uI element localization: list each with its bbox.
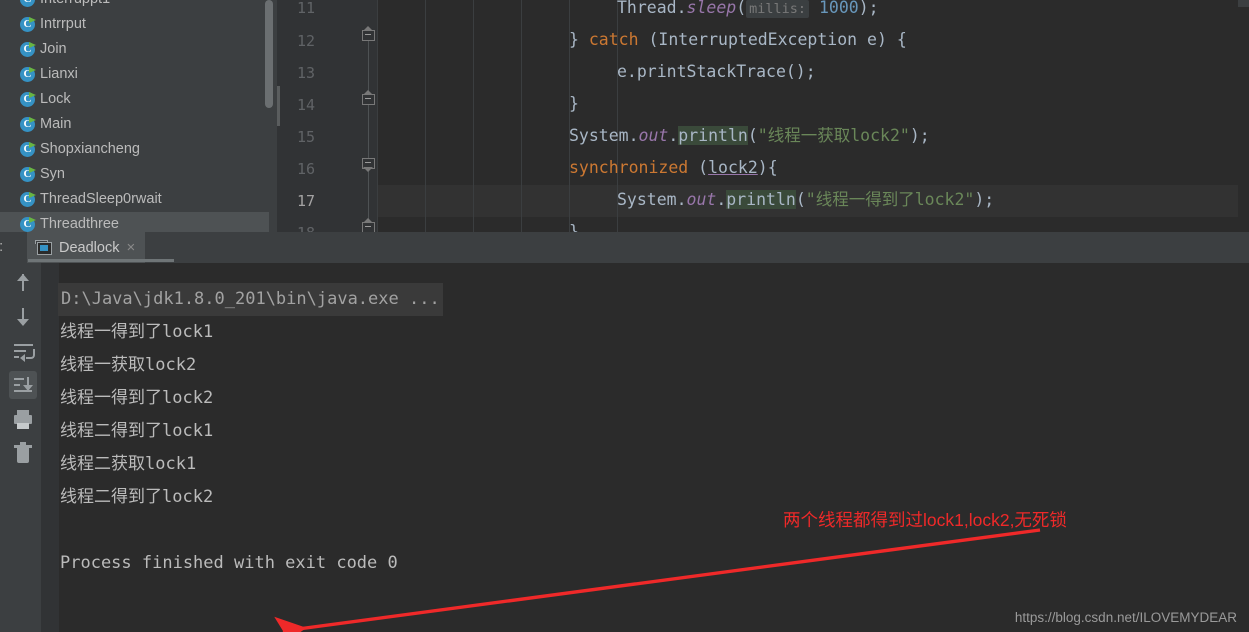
tree-item-main[interactable]: C Main <box>0 112 277 137</box>
tree-item-join[interactable]: C Join <box>0 37 277 62</box>
java-class-runnable-icon: C <box>20 0 36 8</box>
inlay-hint-millis: millis: <box>746 0 810 18</box>
idea-window: C Interruppt1 C Intrrput C Join C <box>0 0 1249 632</box>
editor-markup-bar[interactable] <box>1238 0 1249 232</box>
line-number: 11 <box>296 0 315 17</box>
console-command-line: D:\Java\jdk1.8.0_201\bin\java.exe ... <box>58 283 443 316</box>
console-line: 线程二得到了lock2 <box>60 487 214 507</box>
run-tabbar: n: Deadlock × <box>0 232 1249 263</box>
tab-title: Deadlock <box>59 239 120 256</box>
trash-icon[interactable] <box>9 439 37 467</box>
code-line-18: } <box>569 222 579 232</box>
line-number: 13 <box>296 64 315 82</box>
tree-item-interruppt1[interactable]: C Interruppt1 <box>0 0 277 12</box>
tree-item-label: Intrrput <box>40 16 86 32</box>
java-class-runnable-icon: C <box>20 166 36 183</box>
soft-wrap-icon[interactable] <box>9 337 37 365</box>
line-number: 16 <box>296 160 315 178</box>
console-gutter <box>41 263 59 632</box>
annotation-text: 两个线程都得到过lock1,lock2,无死锁 <box>783 510 1067 530</box>
top-area: C Interruppt1 C Intrrput C Join C <box>0 0 1249 232</box>
console-line: 线程一得到了lock2 <box>60 388 214 408</box>
java-class-runnable-icon: C <box>20 16 36 33</box>
console-exit-line: Process finished with exit code 0 <box>60 553 398 573</box>
tree-item-label: Lianxi <box>40 66 78 82</box>
tree-item-label: Syn <box>40 166 65 182</box>
tree-item-label: Threadthree <box>40 216 119 232</box>
fold-region-line <box>368 30 369 232</box>
tree-item-label: Lock <box>40 91 71 107</box>
run-window-label: n: <box>0 232 3 263</box>
line-number: 12 <box>296 32 315 50</box>
down-the-stack-trace-icon[interactable] <box>9 303 37 331</box>
tree-item-label: Shopxiancheng <box>40 141 140 157</box>
tree-item-threadsleep0rwait[interactable]: C ThreadSleep0rwait <box>0 187 277 212</box>
tree-item-label: Interruppt1 <box>40 0 110 7</box>
tree-item-threadthree[interactable]: C Threadthree <box>0 212 277 232</box>
console-line: 线程二得到了lock1 <box>60 421 214 441</box>
tree-item-intrrput[interactable]: C Intrrput <box>0 12 277 37</box>
tree-item-label: Main <box>40 116 72 132</box>
tree-item-label: ThreadSleep0rwait <box>40 191 162 207</box>
java-class-runnable-icon: C <box>20 41 36 58</box>
fold-marker-collapse[interactable] <box>362 26 375 43</box>
java-class-runnable-icon: C <box>20 91 36 108</box>
java-class-runnable-icon: C <box>20 216 36 233</box>
code-line-14: } <box>569 94 579 113</box>
string-literal: "线程一得到了lock2" <box>805 190 975 209</box>
java-class-runnable-icon: C <box>20 116 36 133</box>
fold-marker-collapse[interactable] <box>362 90 375 107</box>
java-class-runnable-icon: C <box>20 66 36 83</box>
code-line-15: System.out.println("线程一获取lock2"); <box>569 126 930 145</box>
code-line-12: } catch (InterruptedException e) { <box>569 30 907 49</box>
print-icon[interactable] <box>9 405 37 433</box>
project-tree[interactable]: C Interruppt1 C Intrrput C Join C <box>0 0 277 232</box>
code-editor[interactable]: 11 12 13 14 15 16 17 18 <box>277 0 1249 232</box>
tree-item-label: Join <box>40 41 67 57</box>
scroll-to-end-icon[interactable] <box>9 371 37 399</box>
console-output[interactable]: D:\Java\jdk1.8.0_201\bin\java.exe ... 线程… <box>41 263 1249 632</box>
java-class-runnable-icon: C <box>20 191 36 208</box>
console-window-icon <box>35 240 52 255</box>
tree-item-lock[interactable]: C Lock <box>0 87 277 112</box>
code-text-area[interactable]: Thread.sleep(millis: 1000); } catch (Int… <box>377 0 1249 232</box>
watermark: https://blog.csdn.net/ILOVEMYDEAR <box>1014 610 1237 625</box>
close-icon[interactable]: × <box>126 240 135 255</box>
tree-item-lianxi[interactable]: C Lianxi <box>0 62 277 87</box>
editor-gutter[interactable]: 11 12 13 14 15 16 17 18 <box>277 0 377 232</box>
editor-scrollbar-thumb[interactable] <box>1238 0 1249 7</box>
java-class-runnable-icon: C <box>20 141 36 158</box>
variable-lock2[interactable]: lock2 <box>708 158 758 177</box>
tab-active-underline <box>28 259 174 262</box>
code-line-13: e.printStackTrace(); <box>617 62 816 81</box>
fold-marker-collapse[interactable] <box>362 218 375 232</box>
project-tree-scrollbar[interactable] <box>265 0 273 108</box>
tree-item-syn[interactable]: C Syn <box>0 162 277 187</box>
tree-item-shopxiancheng[interactable]: C Shopxiancheng <box>0 137 277 162</box>
code-line-11: Thread.sleep(millis: 1000); <box>617 0 879 18</box>
string-literal: "线程一获取lock2" <box>757 126 910 145</box>
line-number: 15 <box>296 128 315 146</box>
console-line: 线程二获取lock1 <box>60 454 197 474</box>
line-number: 18 <box>277 217 315 232</box>
fold-marker-collapse[interactable] <box>362 158 375 172</box>
line-number-current: 17 <box>296 192 315 210</box>
run-tool-window: n: Deadlock × <box>0 232 1249 632</box>
console-line: 线程一得到了lock1 <box>60 322 214 342</box>
code-line-17: System.out.println("线程一得到了lock2"); <box>617 190 995 209</box>
console-toolbar <box>5 263 41 632</box>
up-the-stack-trace-icon[interactable] <box>9 269 37 297</box>
console-line: 线程一获取lock2 <box>60 355 197 375</box>
line-number: 14 <box>296 96 315 114</box>
code-line-16: synchronized (lock2){ <box>569 158 778 177</box>
